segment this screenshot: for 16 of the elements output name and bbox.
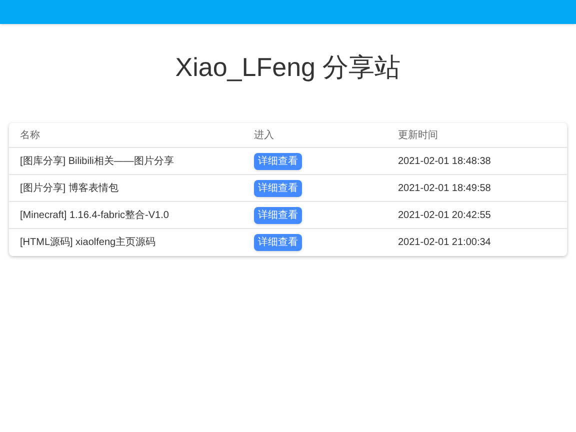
- table-cell-text: [图库分享] Bilibili相关——图片分享: [19, 154, 175, 168]
- table-cell-text: 2021-02-01 20:42:55: [398, 208, 491, 222]
- details-button[interactable]: 详细查看: [254, 152, 302, 170]
- column-header: 进入: [254, 128, 275, 142]
- column-header: 更新时间: [398, 128, 438, 142]
- table-cell-text: 2021-02-01 21:00:34: [398, 236, 491, 250]
- column-header: 名称: [19, 128, 41, 142]
- details-button[interactable]: 详细查看: [254, 234, 302, 251]
- details-button[interactable]: 详细查看: [254, 180, 302, 196]
- table-cell-text: [HTML源码] xiaolfeng主页源码: [19, 236, 157, 250]
- table-cell-text: [Minecraft] 1.16.4-fabric整合-V1.0: [19, 208, 170, 222]
- table-cell-text: 2021-02-01 18:48:38: [398, 154, 491, 168]
- table-cell-text: 2021-02-01 18:49:58: [398, 182, 491, 196]
- site-title: Xiao_LFeng 分享站: [175, 51, 401, 84]
- table-cell-text: [图片分享] 博客表情包: [19, 182, 120, 196]
- details-button[interactable]: 详细查看: [254, 206, 302, 224]
